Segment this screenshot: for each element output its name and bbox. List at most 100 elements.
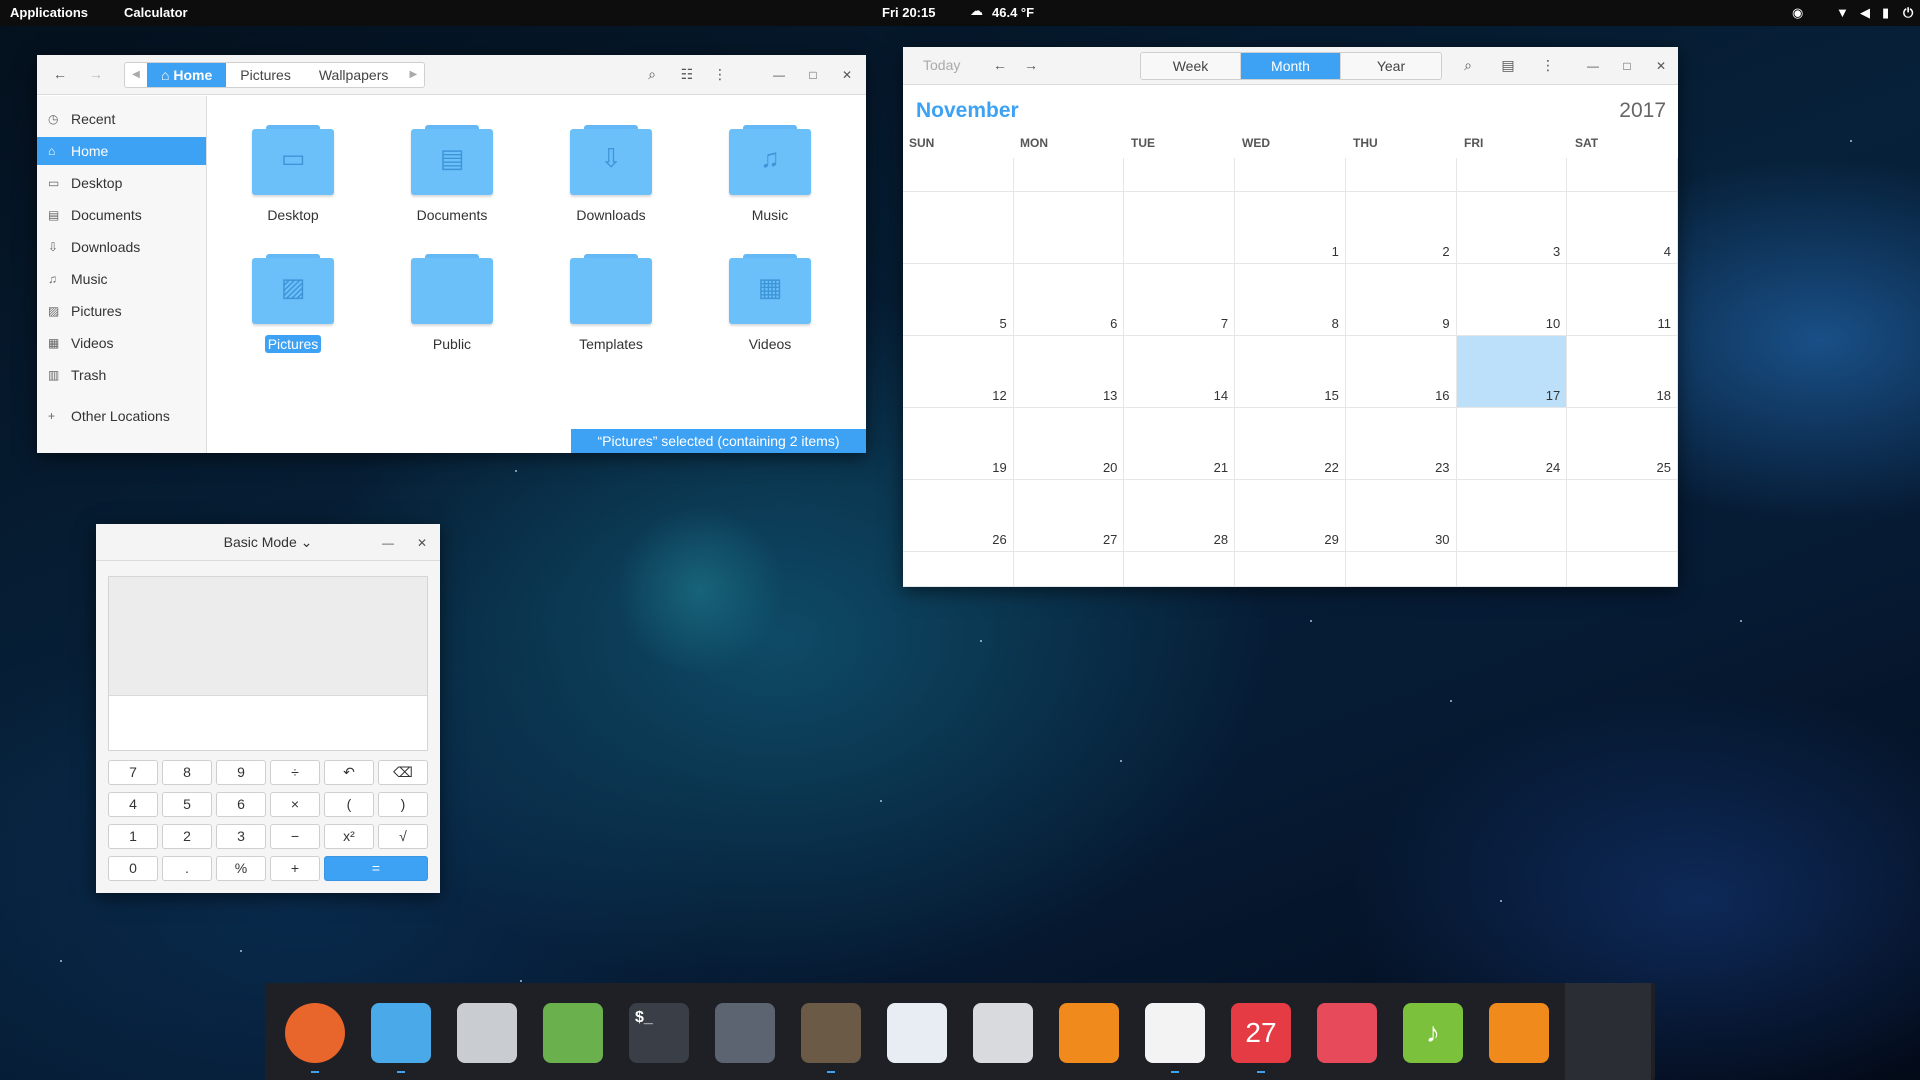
sidebar-item-recent[interactable]: ◷ Recent: [37, 105, 206, 133]
key-button[interactable]: 1: [108, 824, 158, 849]
day-cell[interactable]: [903, 552, 1014, 587]
day-cell[interactable]: 11: [1567, 264, 1678, 336]
maximize-icon[interactable]: □: [803, 65, 823, 85]
key-button[interactable]: ×: [270, 792, 320, 817]
day-cell[interactable]: 29: [1235, 480, 1346, 552]
day-cell[interactable]: 20: [1013, 408, 1125, 480]
clock[interactable]: Fri 20:15: [882, 5, 935, 20]
sidebar-item-videos[interactable]: ▦ Videos: [37, 329, 206, 357]
back-icon[interactable]: ←: [49, 64, 71, 86]
day-cell[interactable]: [1013, 158, 1125, 192]
day-cell[interactable]: 1: [1235, 192, 1346, 264]
sidebar-item-trash[interactable]: ▥ Trash: [37, 361, 206, 389]
vlc-icon[interactable]: [1059, 1003, 1119, 1063]
folder-documents[interactable]: ▤ Documents: [389, 125, 499, 235]
breadcrumb-pictures[interactable]: Pictures: [226, 63, 305, 87]
key-button[interactable]: 7: [108, 760, 158, 785]
folder-desktop[interactable]: ▭ Desktop: [230, 125, 340, 235]
day-cell[interactable]: [1345, 552, 1457, 587]
day-cell[interactable]: [903, 158, 1014, 192]
volume-icon[interactable]: ◀: [1860, 5, 1870, 21]
active-app-menu[interactable]: Calculator: [124, 5, 188, 20]
day-cell[interactable]: 3: [1456, 192, 1568, 264]
text-editor-icon[interactable]: [887, 1003, 947, 1063]
day-cell[interactable]: 13: [1013, 336, 1125, 408]
day-cell[interactable]: [1124, 552, 1236, 587]
next-icon[interactable]: →: [1020, 55, 1042, 77]
breadcrumb-left-arrow-icon[interactable]: ◀: [125, 63, 147, 87]
menu-icon[interactable]: ⋮: [1537, 55, 1559, 77]
day-cell[interactable]: 18: [1567, 336, 1678, 408]
key-button[interactable]: x²: [324, 824, 374, 849]
previous-icon[interactable]: ←: [989, 55, 1011, 77]
software-center-icon[interactable]: [457, 1003, 517, 1063]
terminal-icon[interactable]: $_: [629, 1003, 689, 1063]
day-cell[interactable]: [1456, 480, 1568, 552]
expression-input[interactable]: [109, 697, 427, 751]
view-list-icon[interactable]: ☷: [676, 64, 698, 86]
day-cell[interactable]: [1456, 158, 1568, 192]
weather-temperature[interactable]: 46.4 °F: [992, 5, 1034, 20]
day-cell[interactable]: 26: [903, 480, 1014, 552]
forward-icon[interactable]: →: [85, 64, 107, 86]
menu-icon[interactable]: ⋮: [709, 64, 731, 86]
key-button[interactable]: ↶: [324, 760, 374, 785]
day-cell[interactable]: 21: [1124, 408, 1236, 480]
day-cell[interactable]: 4: [1567, 192, 1678, 264]
update-icon[interactable]: [1489, 1003, 1549, 1063]
equalizer-icon[interactable]: [1317, 1003, 1377, 1063]
folder-templates[interactable]: Templates: [548, 254, 658, 364]
folder-music[interactable]: ♫ Music: [707, 125, 817, 235]
day-cell[interactable]: 6: [1013, 264, 1125, 336]
folder-videos[interactable]: ▦ Videos: [707, 254, 817, 364]
close-icon[interactable]: ✕: [1651, 56, 1671, 76]
key-button[interactable]: 4: [108, 792, 158, 817]
day-cell[interactable]: [1456, 552, 1568, 587]
day-cell[interactable]: 16: [1345, 336, 1457, 408]
day-cell[interactable]: 27: [1013, 480, 1125, 552]
minimize-icon[interactable]: —: [378, 533, 398, 553]
day-cell[interactable]: 28: [1124, 480, 1236, 552]
wifi-icon[interactable]: ▼: [1836, 5, 1849, 20]
search-icon[interactable]: ⌕: [641, 64, 663, 86]
files-icon[interactable]: [371, 1003, 431, 1063]
battery-icon[interactable]: ▮: [1882, 5, 1889, 21]
firefox-icon[interactable]: [285, 1003, 345, 1063]
key-button[interactable]: 9: [216, 760, 266, 785]
day-cell[interactable]: [903, 192, 1014, 264]
folder-downloads[interactable]: ⇩ Downloads: [548, 125, 658, 235]
day-cell[interactable]: [1124, 192, 1236, 264]
day-cell[interactable]: 23: [1345, 408, 1457, 480]
search-icon[interactable]: ⌕: [1457, 55, 1479, 77]
key-equals[interactable]: =: [324, 856, 428, 881]
key-button[interactable]: ⌫: [378, 760, 428, 785]
music-player-icon[interactable]: ♪: [1403, 1003, 1463, 1063]
breadcrumb-home[interactable]: ⌂ Home: [147, 63, 227, 87]
calendar-sources-icon[interactable]: ▤: [1497, 55, 1519, 77]
view-year-button[interactable]: Year: [1341, 53, 1441, 79]
sidebar-item-pictures[interactable]: ▨ Pictures: [37, 297, 206, 325]
breadcrumb-right-arrow-icon[interactable]: ▶: [402, 63, 424, 87]
day-cell[interactable]: 8: [1235, 264, 1346, 336]
sidebar-item-music[interactable]: ♫ Music: [37, 265, 206, 293]
view-month-button[interactable]: Month: [1241, 53, 1341, 79]
today-button[interactable]: Today: [923, 57, 960, 73]
key-button[interactable]: 6: [216, 792, 266, 817]
day-cell[interactable]: [1345, 158, 1457, 192]
key-button[interactable]: 8: [162, 760, 212, 785]
key-button[interactable]: +: [270, 856, 320, 881]
day-cell[interactable]: 12: [903, 336, 1014, 408]
gnome-tweaks-icon[interactable]: [543, 1003, 603, 1063]
folder-pictures[interactable]: ▨ Pictures: [230, 254, 340, 364]
screen-recorder-icon[interactable]: [715, 1003, 775, 1063]
day-cell[interactable]: [1235, 158, 1346, 192]
gimp-icon[interactable]: [801, 1003, 861, 1063]
sidebar-item-desktop[interactable]: ▭ Desktop: [37, 169, 206, 197]
power-icon[interactable]: ⏻: [1903, 5, 1913, 21]
key-button[interactable]: −: [270, 824, 320, 849]
day-cell[interactable]: 5: [903, 264, 1014, 336]
keyboard-icon[interactable]: ◉: [1792, 5, 1803, 21]
day-cell[interactable]: [1567, 552, 1678, 587]
minimize-icon[interactable]: —: [769, 65, 789, 85]
day-cell[interactable]: 25: [1567, 408, 1678, 480]
